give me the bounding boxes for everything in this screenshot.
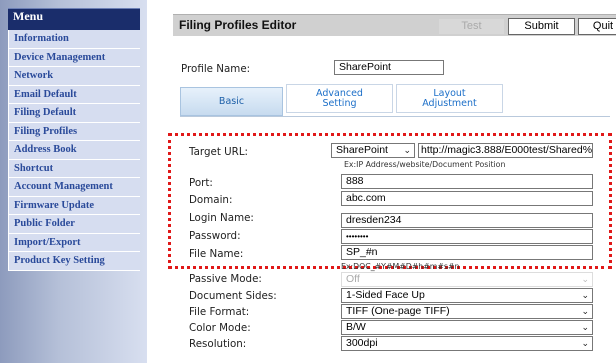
document-sides-select[interactable]: 1-Sided Face Up ⌄ [341, 288, 593, 303]
tab-underline [180, 116, 610, 117]
password-label: Password: [189, 230, 241, 242]
tab-advanced-label-line2: Setting [322, 97, 357, 109]
quit-button[interactable]: Quit [578, 18, 616, 35]
login-name-input[interactable]: dresden234 [341, 213, 593, 228]
color-mode-value: B/W [346, 321, 366, 333]
sidebar-item-device-management[interactable]: Device Management [8, 48, 140, 67]
page-title: Filing Profiles Editor [179, 18, 297, 32]
target-url-input[interactable]: http://magic3.888/E000test/Shared% [418, 143, 593, 158]
test-button[interactable]: Test [438, 18, 505, 35]
document-sides-label: Document Sides: [189, 290, 277, 302]
passive-mode-label: Passive Mode: [189, 273, 262, 285]
sidebar-item-network[interactable]: Network [8, 67, 140, 86]
file-format-select[interactable]: TIFF (One-page TIFF) ⌄ [341, 304, 593, 319]
chevron-down-icon: ⌄ [581, 322, 589, 332]
tab-layout-label-line1: Layout [433, 87, 466, 99]
editor-header: Filing Profiles Editor Test Submit Quit [173, 14, 616, 36]
domain-input[interactable]: abc.com [341, 191, 593, 206]
target-url-label: Target URL: [189, 146, 249, 158]
target-type-value: SharePoint [336, 144, 388, 156]
tab-layout-label-line2: Adjustment [422, 97, 477, 109]
sidebar-item-public-folder[interactable]: Public Folder [8, 215, 140, 234]
chevron-down-icon: ⌄ [581, 290, 589, 300]
sidebar-item-filing-default[interactable]: Filing Default [8, 104, 140, 123]
chevron-down-icon: ⌄ [581, 306, 589, 316]
sidebar-item-product-key-setting[interactable]: Product Key Setting [8, 252, 140, 271]
chevron-down-icon: ⌄ [581, 338, 589, 348]
sidebar-item-filing-profiles[interactable]: Filing Profiles [8, 122, 140, 141]
chevron-down-icon: ⌄ [403, 145, 411, 155]
port-label: Port: [189, 177, 213, 189]
profile-name-label: Profile Name: [181, 63, 251, 75]
tab-advanced-label-line1: Advanced [316, 87, 363, 99]
sidebar-item-firmware-update[interactable]: Firmware Update [8, 196, 140, 215]
sidebar-item-information[interactable]: Information [8, 30, 140, 49]
sidebar-item-import-export[interactable]: Import/Export [8, 233, 140, 252]
sidebar-item-address-book[interactable]: Address Book [8, 141, 140, 160]
domain-label: Domain: [189, 194, 233, 206]
passive-mode-select[interactable]: Off ⌄ [341, 272, 593, 287]
chevron-down-icon: ⌄ [581, 274, 589, 284]
file-name-input[interactable]: SP_#n [341, 245, 593, 260]
tab-basic-label: Basic [218, 95, 245, 107]
document-sides-value: 1-Sided Face Up [346, 289, 425, 301]
file-format-label: File Format: [189, 306, 250, 318]
password-input[interactable]: •••••••• [341, 229, 593, 244]
submit-button[interactable]: Submit [508, 18, 575, 35]
resolution-label: Resolution: [189, 338, 247, 350]
login-name-label: Login Name: [189, 212, 254, 224]
file-format-value: TIFF (One-page TIFF) [346, 305, 450, 317]
profile-name-input[interactable]: SharePoint [334, 60, 444, 75]
tab-layout-adjustment[interactable]: Layout Adjustment [396, 84, 503, 113]
port-input[interactable]: 888 [341, 174, 593, 189]
menu-title: Menu [8, 8, 140, 30]
file-name-hint: Ex:DOC_#Y#M#D#h#m#s#n [341, 262, 460, 271]
sidebar-item-email-default[interactable]: Email Default [8, 85, 140, 104]
tab-advanced-setting[interactable]: Advanced Setting [286, 84, 393, 113]
resolution-value: 300dpi [346, 337, 378, 349]
target-url-hint: Ex:IP Address/website/Document Position [344, 160, 506, 169]
color-mode-label: Color Mode: [189, 322, 251, 334]
resolution-select[interactable]: 300dpi ⌄ [341, 336, 593, 351]
file-name-label: File Name: [189, 248, 244, 260]
sidebar-item-account-management[interactable]: Account Management [8, 178, 140, 197]
color-mode-select[interactable]: B/W ⌄ [341, 320, 593, 335]
tab-basic[interactable]: Basic [180, 87, 283, 116]
passive-mode-value: Off [346, 273, 360, 285]
target-type-select[interactable]: SharePoint ⌄ [331, 143, 415, 158]
sidebar: Menu Information Device Management Netwo… [0, 0, 147, 363]
sidebar-item-shortcut[interactable]: Shortcut [8, 159, 140, 178]
